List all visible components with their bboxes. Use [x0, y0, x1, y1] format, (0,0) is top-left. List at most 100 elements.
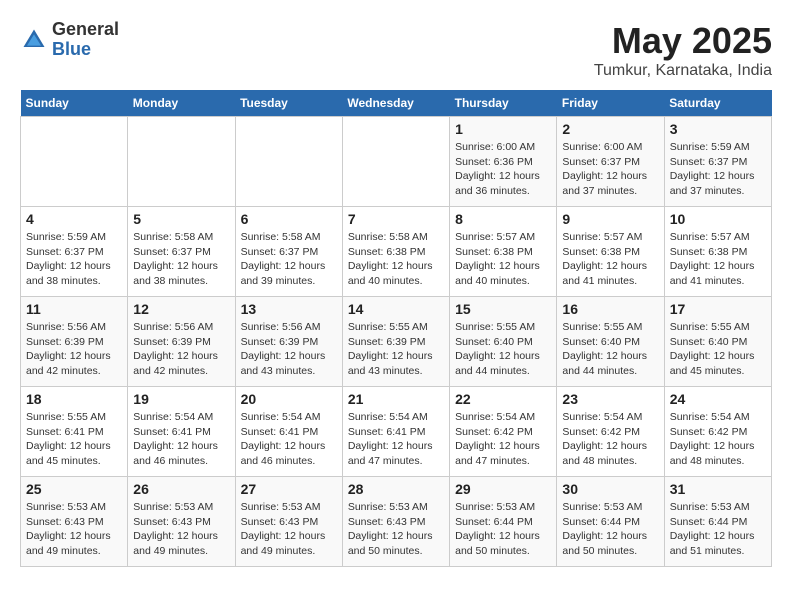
- day-number: 14: [348, 301, 444, 317]
- day-number: 20: [241, 391, 337, 407]
- location-label: Tumkur, Karnataka, India: [594, 62, 772, 80]
- day-info: Sunrise: 5:56 AM Sunset: 6:39 PM Dayligh…: [241, 320, 337, 379]
- day-number: 6: [241, 211, 337, 227]
- weekday-header-wednesday: Wednesday: [342, 90, 449, 117]
- calendar-cell: 16 Sunrise: 5:55 AM Sunset: 6:40 PM Dayli…: [557, 297, 664, 387]
- calendar-cell: 14 Sunrise: 5:55 AM Sunset: 6:39 PM Dayli…: [342, 297, 449, 387]
- calendar-cell: 8 Sunrise: 5:57 AM Sunset: 6:38 PM Daylig…: [450, 207, 557, 297]
- day-number: 2: [562, 121, 658, 137]
- calendar-cell: 4 Sunrise: 5:59 AM Sunset: 6:37 PM Daylig…: [21, 207, 128, 297]
- day-number: 18: [26, 391, 122, 407]
- day-info: Sunrise: 5:54 AM Sunset: 6:42 PM Dayligh…: [455, 410, 551, 469]
- day-info: Sunrise: 5:59 AM Sunset: 6:37 PM Dayligh…: [26, 230, 122, 289]
- calendar-week-row: 1Sunrise: 6:00 AM Sunset: 6:36 PM Daylig…: [21, 117, 772, 207]
- calendar-cell: 19Sunrise: 5:54 AM Sunset: 6:41 PM Dayli…: [128, 387, 235, 477]
- calendar-cell: 25 Sunrise: 5:53 AM Sunset: 6:43 PM Dayli…: [21, 477, 128, 567]
- calendar-cell: 12Sunrise: 5:56 AM Sunset: 6:39 PM Dayli…: [128, 297, 235, 387]
- day-info: Sunrise: 5:55 AM Sunset: 6:39 PM Dayligh…: [348, 320, 444, 379]
- month-title: May 2025: [594, 20, 772, 62]
- logo: General Blue: [20, 20, 119, 60]
- weekday-header-friday: Friday: [557, 90, 664, 117]
- calendar-cell: 30 Sunrise: 5:53 AM Sunset: 6:44 PM Dayli…: [557, 477, 664, 567]
- calendar-cell: 28 Sunrise: 5:53 AM Sunset: 6:43 PM Dayli…: [342, 477, 449, 567]
- day-number: 30: [562, 481, 658, 497]
- day-info: Sunrise: 5:53 AM Sunset: 6:44 PM Dayligh…: [455, 500, 551, 559]
- calendar-cell: 1Sunrise: 6:00 AM Sunset: 6:36 PM Daylig…: [450, 117, 557, 207]
- calendar-table: SundayMondayTuesdayWednesdayThursdayFrid…: [20, 90, 772, 567]
- day-number: 15: [455, 301, 551, 317]
- calendar-cell: 18 Sunrise: 5:55 AM Sunset: 6:41 PM Dayli…: [21, 387, 128, 477]
- day-number: 3: [670, 121, 766, 137]
- day-info: Sunrise: 5:53 AM Sunset: 6:43 PM Dayligh…: [26, 500, 122, 559]
- day-info: Sunrise: 5:57 AM Sunset: 6:38 PM Dayligh…: [562, 230, 658, 289]
- calendar-week-row: 18 Sunrise: 5:55 AM Sunset: 6:41 PM Dayli…: [21, 387, 772, 477]
- day-info: Sunrise: 5:54 AM Sunset: 6:41 PM Dayligh…: [348, 410, 444, 469]
- calendar-cell: 3 Sunrise: 5:59 AM Sunset: 6:37 PM Daylig…: [664, 117, 771, 207]
- weekday-header-thursday: Thursday: [450, 90, 557, 117]
- day-info: Sunrise: 5:57 AM Sunset: 6:38 PM Dayligh…: [455, 230, 551, 289]
- day-number: 8: [455, 211, 551, 227]
- calendar-cell: 17 Sunrise: 5:55 AM Sunset: 6:40 PM Dayli…: [664, 297, 771, 387]
- calendar-cell: [235, 117, 342, 207]
- calendar-cell: 22Sunrise: 5:54 AM Sunset: 6:42 PM Dayli…: [450, 387, 557, 477]
- day-number: 29: [455, 481, 551, 497]
- day-info: Sunrise: 5:55 AM Sunset: 6:40 PM Dayligh…: [562, 320, 658, 379]
- day-number: 10: [670, 211, 766, 227]
- day-info: Sunrise: 5:56 AM Sunset: 6:39 PM Dayligh…: [26, 320, 122, 379]
- logo-icon: [20, 26, 48, 54]
- calendar-cell: 20 Sunrise: 5:54 AM Sunset: 6:41 PM Dayli…: [235, 387, 342, 477]
- day-number: 25: [26, 481, 122, 497]
- calendar-cell: [342, 117, 449, 207]
- calendar-cell: 31 Sunrise: 5:53 AM Sunset: 6:44 PM Dayli…: [664, 477, 771, 567]
- day-info: Sunrise: 5:59 AM Sunset: 6:37 PM Dayligh…: [670, 140, 766, 199]
- day-info: Sunrise: 5:56 AM Sunset: 6:39 PM Dayligh…: [133, 320, 229, 379]
- calendar-week-row: 4 Sunrise: 5:59 AM Sunset: 6:37 PM Daylig…: [21, 207, 772, 297]
- day-info: Sunrise: 5:53 AM Sunset: 6:43 PM Dayligh…: [133, 500, 229, 559]
- calendar-cell: 10 Sunrise: 5:57 AM Sunset: 6:38 PM Dayli…: [664, 207, 771, 297]
- day-number: 16: [562, 301, 658, 317]
- calendar-cell: 24 Sunrise: 5:54 AM Sunset: 6:42 PM Dayli…: [664, 387, 771, 477]
- day-info: Sunrise: 5:55 AM Sunset: 6:41 PM Dayligh…: [26, 410, 122, 469]
- day-info: Sunrise: 5:55 AM Sunset: 6:40 PM Dayligh…: [670, 320, 766, 379]
- logo-general-label: General: [52, 20, 119, 40]
- day-number: 31: [670, 481, 766, 497]
- day-info: Sunrise: 5:54 AM Sunset: 6:42 PM Dayligh…: [562, 410, 658, 469]
- calendar-week-row: 11Sunrise: 5:56 AM Sunset: 6:39 PM Dayli…: [21, 297, 772, 387]
- calendar-week-row: 25 Sunrise: 5:53 AM Sunset: 6:43 PM Dayli…: [21, 477, 772, 567]
- calendar-cell: 27 Sunrise: 5:53 AM Sunset: 6:43 PM Dayli…: [235, 477, 342, 567]
- day-info: Sunrise: 5:57 AM Sunset: 6:38 PM Dayligh…: [670, 230, 766, 289]
- day-info: Sunrise: 5:54 AM Sunset: 6:42 PM Dayligh…: [670, 410, 766, 469]
- calendar-cell: [21, 117, 128, 207]
- day-info: Sunrise: 6:00 AM Sunset: 6:37 PM Dayligh…: [562, 140, 658, 199]
- day-number: 13: [241, 301, 337, 317]
- calendar-cell: 23Sunrise: 5:54 AM Sunset: 6:42 PM Dayli…: [557, 387, 664, 477]
- day-info: Sunrise: 6:00 AM Sunset: 6:36 PM Dayligh…: [455, 140, 551, 199]
- page-header: General Blue May 2025 Tumkur, Karnataka,…: [20, 20, 772, 80]
- calendar-cell: 29 Sunrise: 5:53 AM Sunset: 6:44 PM Dayli…: [450, 477, 557, 567]
- weekday-header-tuesday: Tuesday: [235, 90, 342, 117]
- day-number: 28: [348, 481, 444, 497]
- calendar-cell: 9 Sunrise: 5:57 AM Sunset: 6:38 PM Daylig…: [557, 207, 664, 297]
- day-info: Sunrise: 5:53 AM Sunset: 6:44 PM Dayligh…: [670, 500, 766, 559]
- day-number: 4: [26, 211, 122, 227]
- calendar-cell: 26Sunrise: 5:53 AM Sunset: 6:43 PM Dayli…: [128, 477, 235, 567]
- day-number: 21: [348, 391, 444, 407]
- calendar-cell: 21 Sunrise: 5:54 AM Sunset: 6:41 PM Dayli…: [342, 387, 449, 477]
- day-info: Sunrise: 5:53 AM Sunset: 6:43 PM Dayligh…: [348, 500, 444, 559]
- day-info: Sunrise: 5:53 AM Sunset: 6:44 PM Dayligh…: [562, 500, 658, 559]
- logo-blue-label: Blue: [52, 40, 119, 60]
- day-number: 27: [241, 481, 337, 497]
- weekday-header-saturday: Saturday: [664, 90, 771, 117]
- day-info: Sunrise: 5:54 AM Sunset: 6:41 PM Dayligh…: [241, 410, 337, 469]
- day-info: Sunrise: 5:58 AM Sunset: 6:37 PM Dayligh…: [133, 230, 229, 289]
- calendar-cell: 2 Sunrise: 6:00 AM Sunset: 6:37 PM Daylig…: [557, 117, 664, 207]
- day-number: 24: [670, 391, 766, 407]
- day-number: 17: [670, 301, 766, 317]
- day-info: Sunrise: 5:53 AM Sunset: 6:43 PM Dayligh…: [241, 500, 337, 559]
- calendar-cell: 13 Sunrise: 5:56 AM Sunset: 6:39 PM Dayli…: [235, 297, 342, 387]
- weekday-header-row: SundayMondayTuesdayWednesdayThursdayFrid…: [21, 90, 772, 117]
- weekday-header-sunday: Sunday: [21, 90, 128, 117]
- day-number: 9: [562, 211, 658, 227]
- calendar-cell: [128, 117, 235, 207]
- title-block: May 2025 Tumkur, Karnataka, India: [594, 20, 772, 80]
